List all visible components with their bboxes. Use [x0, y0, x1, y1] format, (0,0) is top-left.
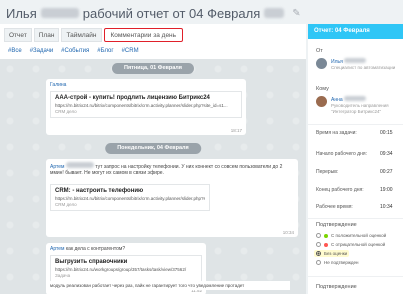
- title-main: рабочий отчет от 04 Февраля: [82, 5, 261, 21]
- negative-dot-icon: [324, 242, 328, 247]
- comment-message: Артем тут запрос на настройку телефонии.…: [46, 159, 298, 237]
- tab-day-comments[interactable]: Комментарии за день: [103, 28, 184, 42]
- card-title-text: CRM: - настроить телефонию: [55, 188, 144, 194]
- stat-value: 00:27: [380, 169, 393, 175]
- radio-icon[interactable]: [316, 251, 321, 256]
- crm-activity-card[interactable]: CRM: - настроить телефонию https://rn.bi…: [50, 184, 210, 211]
- radio-icon[interactable]: [316, 260, 321, 265]
- card-source: CRM дело: [55, 109, 77, 114]
- stat-value: 10:34: [380, 204, 393, 210]
- day-separator: Пятница, 01 Февраля: [111, 63, 195, 74]
- option-negative[interactable]: С отрицательной оценкой: [316, 242, 385, 247]
- divider: [308, 218, 403, 219]
- tag-events[interactable]: #События: [61, 48, 89, 54]
- confirmation-label: Подтверждение: [316, 222, 357, 228]
- day-separator: Понедельник, 04 Февраля: [105, 143, 201, 154]
- stat-label: Конец рабочего дня:: [316, 187, 364, 193]
- blurred-surname: [344, 58, 367, 63]
- comments-feed[interactable]: Пятница, 01 Февраля Галина ААА-строй - к…: [0, 59, 306, 294]
- tag-blog[interactable]: #Блог: [97, 48, 113, 54]
- from-label: От: [316, 48, 323, 54]
- blurred-surname: [344, 96, 367, 101]
- divider: [308, 124, 403, 125]
- tag-tasks[interactable]: #Задачи: [30, 48, 53, 54]
- report-page: Илья рабочий отчет от 04 Февраля ✎ Отчет…: [0, 0, 403, 294]
- user-info: Анна Руководитель направления "Интеграто…: [331, 96, 401, 115]
- avatar: [316, 58, 327, 69]
- tab-timeline[interactable]: Таймлайн: [61, 28, 102, 42]
- task-card[interactable]: Выгрузить справочники https://rn.bitrix2…: [50, 255, 202, 282]
- confirmation-label-2: Подтверждение: [316, 284, 357, 290]
- tag-all[interactable]: #Все: [8, 48, 22, 54]
- card-url[interactable]: https://rn.bitrix24.ru/bitrix/components…: [55, 103, 237, 108]
- avatar: [316, 96, 327, 107]
- user-info: Илья Специалист по автоматизации: [331, 58, 395, 71]
- message-author[interactable]: Галина: [50, 82, 242, 88]
- report-tabs: Отчет План Таймлайн Комментарии за день: [4, 28, 184, 42]
- title-prefix: Илья: [6, 5, 37, 21]
- option-label: Без оценки: [324, 251, 348, 256]
- sidebar-header: Отчет: 04 Февраля: [308, 24, 403, 39]
- stat-break: Перерыв: 00:27: [316, 169, 400, 175]
- message-time: 18:17: [230, 128, 242, 133]
- positive-dot-icon: [324, 233, 328, 238]
- tab-report[interactable]: Отчет: [4, 28, 32, 42]
- stat-value: 09:34: [380, 151, 393, 157]
- stat-label: Перерыв:: [316, 169, 339, 175]
- message-author: Артем тут запрос на настройку телефонии.…: [50, 162, 294, 176]
- card-source: Задача: [55, 273, 71, 278]
- author-name[interactable]: Артем: [50, 246, 64, 252]
- to-user[interactable]: Анна Руководитель направления "Интеграто…: [316, 96, 401, 115]
- report-content: Отчет План Таймлайн Комментарии за день …: [0, 24, 306, 294]
- user-name[interactable]: Анна: [331, 96, 401, 103]
- tab-plan[interactable]: План: [33, 28, 60, 42]
- stat-label: Время на задачи:: [316, 130, 357, 136]
- option-label: С отрицательной оценкой: [331, 242, 386, 247]
- blurred-surname: [40, 8, 79, 18]
- stat-value: 00:15: [380, 130, 393, 136]
- option-label: С положительной оценкой: [331, 233, 387, 238]
- user-name[interactable]: Илья: [331, 58, 395, 65]
- message-author: Артем как дела с контрагентом?: [50, 246, 202, 252]
- card-source: CRM дело: [55, 202, 77, 207]
- crm-activity-card[interactable]: ААА-строй - купить! продлить лицензию Би…: [50, 91, 242, 118]
- from-user[interactable]: Илья Специалист по автоматизации: [316, 58, 395, 71]
- radio-icon[interactable]: [316, 242, 321, 247]
- radio-icon[interactable]: [316, 233, 321, 238]
- stat-label: Начало рабочего дня:: [316, 151, 367, 157]
- divider: [308, 276, 403, 277]
- comment-snippet: модуль реализован работает через раз, па…: [46, 281, 290, 290]
- to-label: Кому: [316, 86, 329, 92]
- option-positive[interactable]: С положительной оценкой: [316, 233, 386, 238]
- user-position: Специалист по автоматизации: [331, 65, 396, 70]
- card-url[interactable]: https://rn.bitrix24.ru/workgroups/group/…: [55, 267, 197, 272]
- option-label: Не подтвержден: [324, 260, 359, 265]
- user-position: Руководитель направления "Интегратор Бит…: [331, 103, 389, 114]
- stat-value: 19:00: [380, 187, 393, 193]
- stat-work-time: Рабочее время: 10:34: [316, 204, 400, 210]
- stat-day-start: Начало рабочего дня: 09:34: [316, 151, 400, 157]
- edit-pencil-icon[interactable]: ✎: [292, 8, 300, 19]
- blurred-name: [65, 162, 94, 168]
- card-title[interactable]: CRM: - настроить телефонию: [55, 188, 205, 194]
- card-title[interactable]: ААА-строй - купить! продлить лицензию Би…: [55, 95, 237, 101]
- message-time: 10:34: [282, 230, 294, 235]
- report-sidebar: Отчет: 04 Февраля От Илья Специалист по …: [308, 24, 403, 294]
- filter-tags: #Все #Задачи #События #Блог #CRM: [8, 48, 139, 54]
- stat-task-time: Время на задачи: 00:15: [316, 130, 400, 136]
- tag-crm[interactable]: #CRM: [122, 48, 139, 54]
- message-text: как дела с контрагентом?: [65, 246, 126, 252]
- card-title[interactable]: Выгрузить справочники: [55, 259, 197, 265]
- option-not-confirmed[interactable]: Не подтвержден: [316, 260, 359, 265]
- stat-day-end: Конец рабочего дня: 19:00: [316, 187, 400, 193]
- option-no-rating[interactable]: Без оценки: [314, 250, 350, 257]
- page-title: Илья рабочий отчет от 04 Февраля ✎: [6, 4, 301, 22]
- stat-label: Рабочее время:: [316, 204, 353, 210]
- card-url[interactable]: https://rn.bitrix24.ru/bitrix/components…: [55, 196, 205, 201]
- comment-message: Галина ААА-строй - купить! продлить лице…: [46, 79, 246, 135]
- blurred-year: [264, 8, 285, 18]
